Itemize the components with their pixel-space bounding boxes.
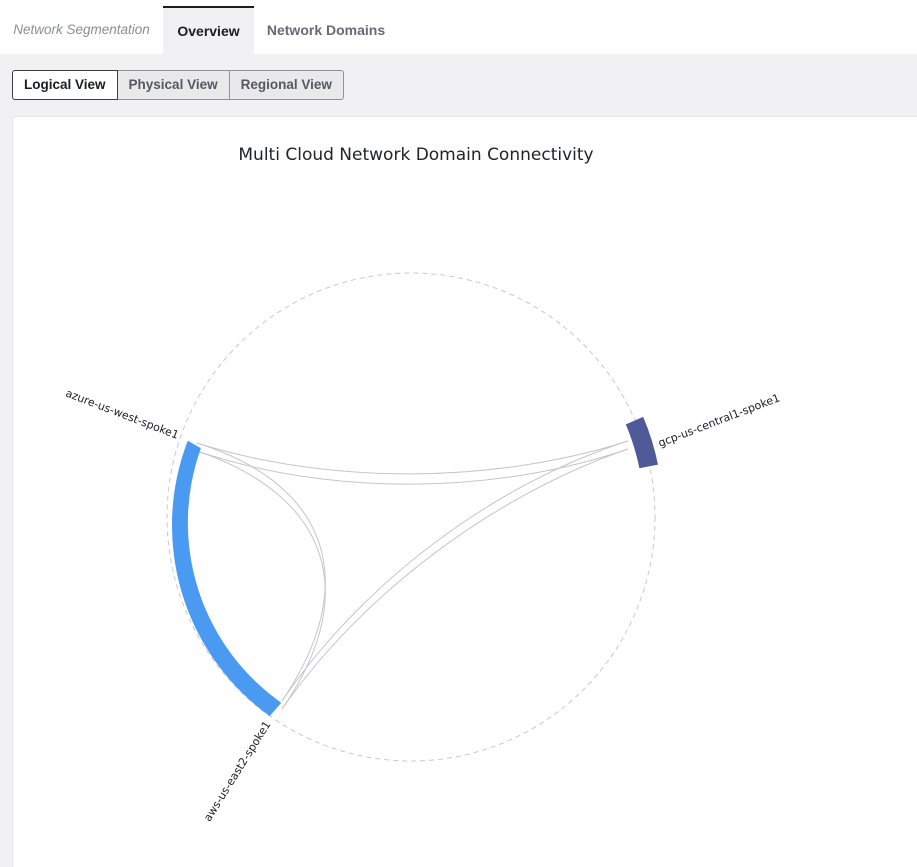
chart-card: Multi Cloud Network Domain Connectivity … bbox=[12, 116, 917, 867]
node-label-gcp: gcp-us-central1-spoke1 bbox=[656, 391, 781, 449]
node-label-azure: azure-us-west-spoke1 bbox=[64, 387, 181, 442]
chord-link[interactable] bbox=[196, 450, 326, 710]
node-label-aws: aws-us-east2-spoke1 bbox=[201, 719, 273, 824]
arc-azure-us-west-spoke1[interactable] bbox=[171, 440, 282, 717]
chord-link[interactable] bbox=[281, 448, 629, 710]
arc-gcp-us-central1-spoke1[interactable] bbox=[625, 416, 658, 469]
chart-title: Multi Cloud Network Domain Connectivity bbox=[238, 145, 593, 165]
connectivity-chord-chart: Multi Cloud Network Domain Connectivity … bbox=[64, 145, 782, 824]
chord-link[interactable] bbox=[196, 448, 629, 485]
logical-view-button[interactable]: Logical View bbox=[12, 70, 118, 100]
